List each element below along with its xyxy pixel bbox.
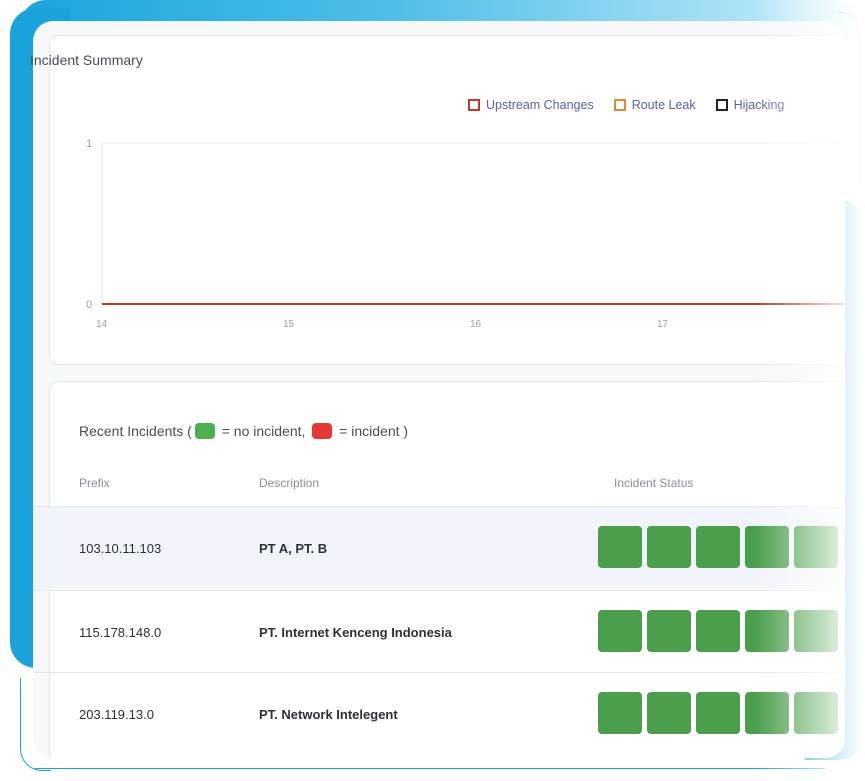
column-header-incident-status: Incident Status — [614, 476, 694, 490]
x-tick-label: 16 — [470, 319, 482, 330]
recent-incidents-title: Recent Incidents ( = no incident, = inci… — [79, 423, 408, 439]
status-square[interactable] — [598, 692, 642, 734]
incident-swatch — [312, 423, 333, 439]
table-row[interactable]: 103.10.11.103 PT A, PT. B — [34, 506, 844, 589]
status-square[interactable] — [696, 692, 740, 734]
description-cell: PT. Internet Kenceng Indonesia — [259, 625, 452, 640]
x-tick-label: 14 — [96, 319, 108, 330]
prefix-cell: 115.178.148.0 — [79, 625, 162, 640]
prefix-cell: 103.10.11.103 — [79, 541, 162, 556]
incident-status-cell — [598, 526, 838, 568]
status-square[interactable] — [598, 526, 642, 568]
decorative-outline — [35, 768, 825, 769]
y-tick-label: 1 — [86, 138, 92, 150]
status-square[interactable] — [647, 526, 691, 568]
description-cell: PT A, PT. B — [259, 541, 328, 556]
description-cell: PT. Network Intelegent — [259, 707, 398, 722]
status-square[interactable] — [647, 692, 691, 734]
status-square[interactable] — [598, 610, 642, 652]
recent-incidents-label: Recent Incidents ( — [79, 423, 192, 439]
incident-status-cell — [598, 692, 838, 734]
prefix-cell: 203.119.13.0 — [79, 707, 154, 722]
column-header-description: Description — [259, 476, 320, 490]
incident-status-cell — [598, 610, 838, 652]
status-square[interactable] — [647, 610, 691, 652]
status-square[interactable] — [794, 526, 838, 568]
status-square[interactable] — [745, 526, 789, 568]
status-square[interactable] — [696, 526, 740, 568]
incident-summary-chart: 1 0 14 15 16 17 — [86, 138, 845, 330]
status-square[interactable] — [794, 692, 838, 734]
column-header-prefix: Prefix — [79, 476, 110, 490]
no-incident-swatch — [194, 423, 215, 439]
status-square[interactable] — [794, 610, 838, 652]
status-square[interactable] — [696, 610, 740, 652]
incident-label: = incident ) — [335, 423, 409, 439]
status-square[interactable] — [745, 610, 789, 652]
y-tick-label: 0 — [86, 299, 92, 311]
no-incident-label: = no incident, — [217, 423, 310, 439]
table-row[interactable]: 115.178.148.0 PT. Internet Kenceng Indon… — [34, 590, 844, 673]
x-tick-label: 17 — [657, 319, 669, 330]
x-tick-label: 15 — [283, 319, 295, 330]
status-square[interactable] — [745, 692, 789, 734]
table-row[interactable]: 203.119.13.0 PT. Network Intelegent — [34, 672, 844, 755]
